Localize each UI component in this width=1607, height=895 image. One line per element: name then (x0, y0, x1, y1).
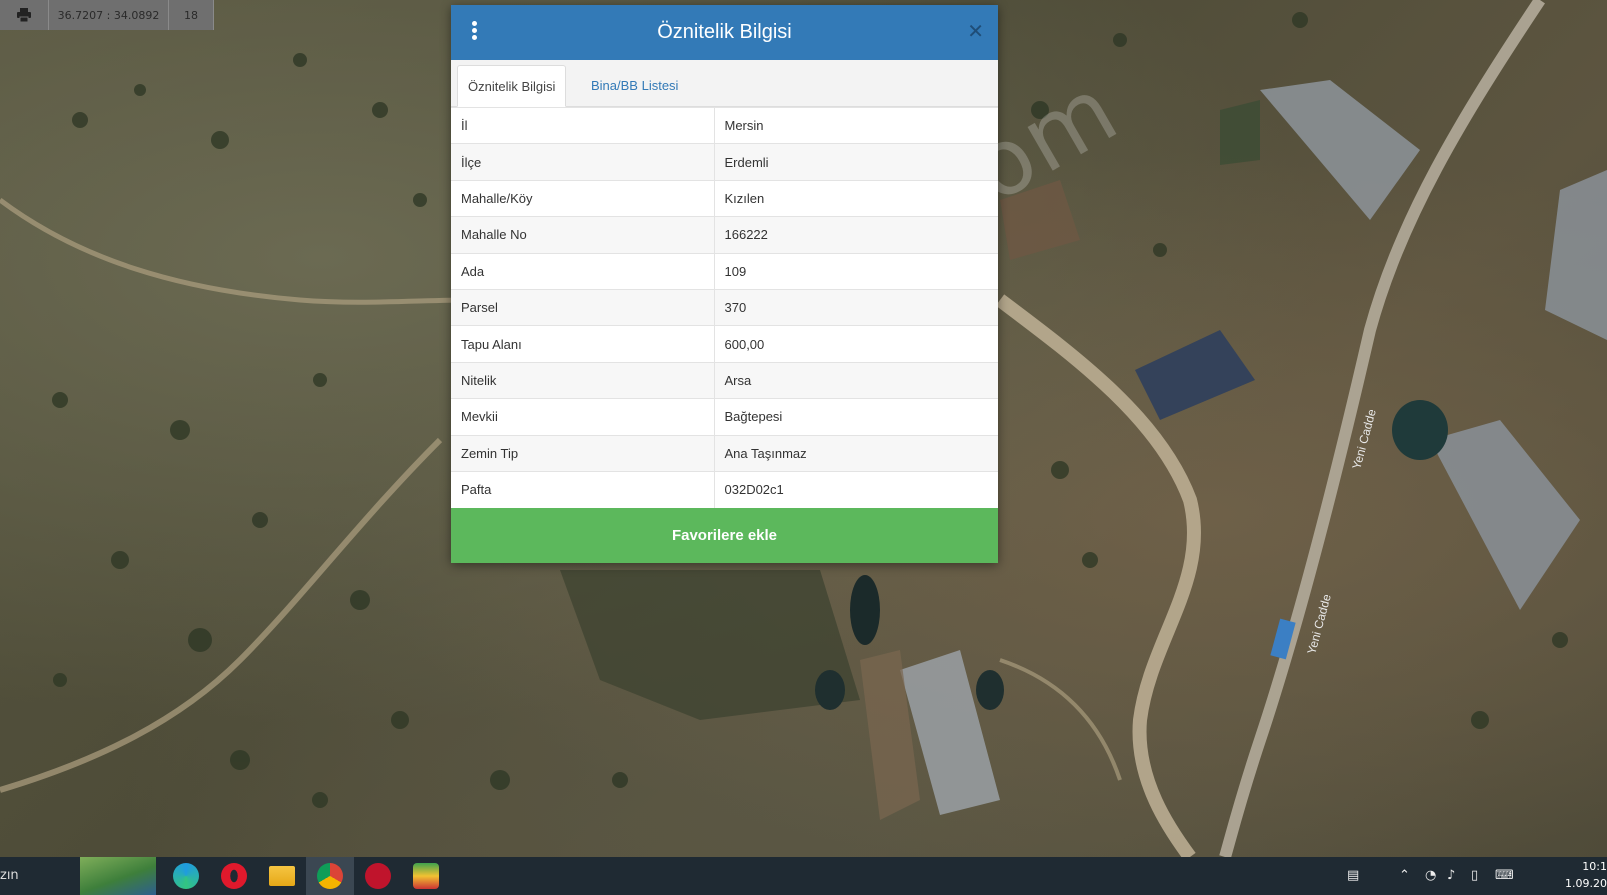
print-button[interactable] (0, 0, 49, 30)
table-row: Mahalle/Köy Kızılen (451, 179, 998, 217)
table-row: Mevkii Bağtepesi (451, 398, 998, 436)
more-vertical-icon[interactable] (469, 19, 479, 45)
app-button[interactable] (354, 857, 402, 895)
taskbar-search-text[interactable]: zın (0, 868, 19, 883)
taskbar: zın ▤ ⌃ ◔ ♪ ▯ ⌨ 10:1 1.09.20 (0, 857, 1607, 895)
table-row: Parsel 370 (451, 288, 998, 326)
map-toolbar: 36.7207 : 34.0892 18 (0, 0, 214, 30)
speaker-icon[interactable]: ♪ (1447, 868, 1455, 883)
row-key: Zemin Tip (451, 434, 715, 472)
print-icon (17, 8, 31, 22)
row-value: 370 (714, 288, 998, 326)
row-key: Ada (451, 252, 715, 290)
add-to-favorites-button[interactable]: Favorilere ekle (451, 507, 998, 563)
keyboard-icon[interactable]: ⌨ (1495, 868, 1514, 883)
row-value: Ana Taşınmaz (714, 434, 998, 472)
close-icon[interactable]: ✕ (967, 19, 984, 43)
chevron-up-icon[interactable]: ⌃ (1399, 868, 1410, 883)
taskbar-app-thumbnail[interactable] (80, 857, 156, 895)
edge-browser-button[interactable] (162, 857, 210, 895)
app-red-icon (365, 863, 391, 889)
row-value: Mersin (714, 106, 998, 144)
row-key: Tapu Alanı (451, 325, 715, 363)
row-value: Erdemli (714, 143, 998, 181)
battery-icon[interactable]: ▯ (1471, 868, 1478, 883)
dialog-tabs: Öznitelik Bilgisi Bina/BB Listesi (451, 60, 998, 107)
table-row: İl Mersin (451, 106, 998, 144)
row-key: İl (451, 106, 715, 144)
table-row: Nitelik Arsa (451, 361, 998, 399)
row-value: Kızılen (714, 179, 998, 217)
table-row: İlçe Erdemli (451, 143, 998, 181)
system-tray: ▤ ⌃ ◔ ♪ ▯ ⌨ 10:1 1.09.20 (1347, 857, 1607, 895)
row-key: İlçe (451, 143, 715, 181)
row-value: 109 (714, 252, 998, 290)
table-row: Ada 109 (451, 252, 998, 290)
row-key: Mahalle No (451, 216, 715, 254)
row-key: Pafta (451, 470, 715, 508)
row-key: Nitelik (451, 361, 715, 399)
table-row: Tapu Alanı 600,00 (451, 325, 998, 363)
row-value: 032D02c1 (714, 470, 998, 508)
app-button[interactable] (402, 857, 450, 895)
chrome-icon (317, 863, 343, 889)
clock-time[interactable]: 10:1 (1582, 860, 1607, 873)
edge-icon (173, 863, 199, 889)
row-key: Mevkii (451, 398, 715, 436)
folder-icon (269, 866, 295, 886)
row-value: 600,00 (714, 325, 998, 363)
road-label: Yeni Cadde (1304, 592, 1334, 655)
table-row: Zemin Tip Ana Taşınmaz (451, 434, 998, 472)
opera-browser-button[interactable] (210, 857, 258, 895)
tab-attribute-info[interactable]: Öznitelik Bilgisi (457, 65, 567, 107)
dialog-header: Öznitelik Bilgisi ✕ (451, 5, 998, 60)
zoom-level: 18 (169, 0, 214, 30)
row-value: 166222 (714, 216, 998, 254)
opera-icon (221, 863, 247, 889)
attribute-dialog: Öznitelik Bilgisi ✕ Öznitelik Bilgisi Bi… (451, 5, 998, 563)
coordinate-readout: 36.7207 : 34.0892 (49, 0, 169, 30)
wifi-icon[interactable]: ◔ (1425, 868, 1436, 883)
news-icon[interactable]: ▤ (1347, 868, 1359, 883)
chrome-browser-button[interactable] (306, 857, 354, 895)
file-explorer-button[interactable] (258, 857, 306, 895)
row-value: Arsa (714, 361, 998, 399)
attribute-table: İl Mersin İlçe Erdemli Mahalle/Köy Kızılen … (451, 106, 998, 508)
row-key: Mahalle/Köy (451, 179, 715, 217)
clock-date[interactable]: 1.09.20 (1565, 877, 1607, 890)
row-value: Bağtepesi (714, 398, 998, 436)
layers-icon (413, 863, 439, 889)
dialog-title: Öznitelik Bilgisi (657, 21, 792, 43)
row-key: Parsel (451, 288, 715, 326)
table-row: Mahalle No 166222 (451, 216, 998, 254)
tab-building-list[interactable]: Bina/BB Listesi (581, 65, 688, 106)
table-row: Pafta 032D02c1 (451, 470, 998, 508)
